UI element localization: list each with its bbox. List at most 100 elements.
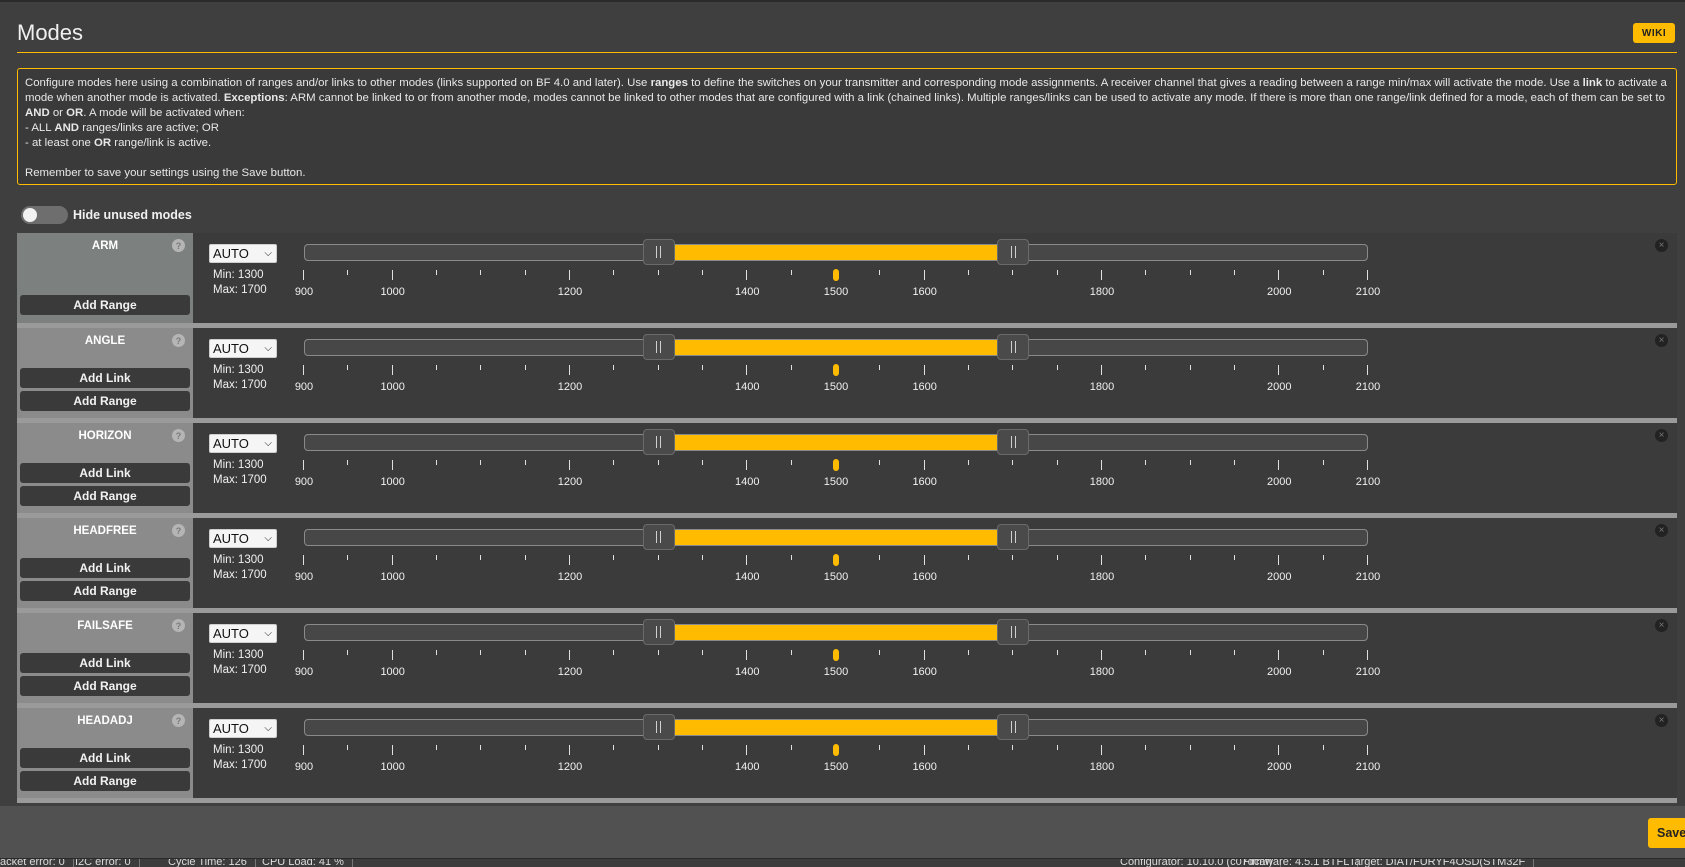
scale-tick [436,365,437,370]
chevron-down-icon: ⌵ [264,248,272,259]
scale-tick [347,270,349,275]
scale-tick [1322,745,1324,750]
chevron-down-icon: ⌵ [264,438,272,449]
add-range-button[interactable]: Add Range [20,771,190,791]
add-range-button[interactable]: Add Range [20,581,190,601]
scale-tick [1145,745,1147,750]
scale-tick [1322,555,1324,560]
scale-tick [613,365,615,370]
scale-tick [790,460,792,465]
scale-tick [968,555,969,560]
range-max-text: Max: 1700 [213,664,267,676]
scale-tick [702,650,703,655]
add-link-button[interactable]: Add Link [20,558,190,578]
range-max-handle[interactable] [997,714,1030,740]
remove-range-icon[interactable]: × [1655,619,1668,632]
range-max-handle[interactable] [997,524,1030,550]
remove-range-icon[interactable]: × [1655,714,1668,727]
status-item: Cycle Time: 126 [168,859,256,867]
scale-tick [1101,650,1102,660]
remove-range-icon[interactable]: × [1655,429,1668,442]
range-min-handle[interactable] [642,619,675,645]
wiki-button[interactable]: WIKI [1633,23,1675,43]
scale-tick [746,365,748,375]
scale-tick [347,460,349,465]
help-icon[interactable]: ? [172,714,185,727]
scale-label: 1200 [557,666,583,678]
help-icon[interactable]: ? [172,334,185,347]
add-range-button[interactable]: Add Range [20,295,190,315]
range-max-handle[interactable] [997,429,1030,455]
range-slider-fill [658,625,1014,640]
help-icon[interactable]: ? [172,239,185,252]
note-or-rule: - at least one OR range/link is active. [25,137,212,149]
channel-select[interactable]: AUTO ⌵ [209,244,277,263]
add-range-button[interactable]: Add Range [20,486,190,506]
scale-tick [569,270,570,280]
remove-range-icon[interactable]: × [1655,239,1668,252]
scale-tick [524,365,526,370]
scale-tick [1278,555,1280,565]
range-min-handle[interactable] [642,334,675,360]
help-icon[interactable]: ? [172,524,185,537]
hide-unused-toggle[interactable] [21,206,68,224]
scale-tick [436,270,437,275]
scale-tick [1056,650,1058,655]
range-max-handle[interactable] [997,619,1030,645]
scale-tick [1322,270,1324,275]
scale-tick [303,555,304,565]
scale-label: 1500 [823,286,849,298]
channel-select[interactable]: AUTO ⌵ [209,719,277,738]
range-max-handle[interactable] [997,239,1030,265]
scale-tick [702,460,703,465]
channel-select[interactable]: AUTO ⌵ [209,624,277,643]
scale-tick [480,460,482,465]
scale-tick [790,555,792,560]
scale-tick [1012,555,1014,560]
scale-tick [613,555,615,560]
remove-range-icon[interactable]: × [1655,524,1668,537]
add-range-button[interactable]: Add Range [20,676,190,696]
add-link-button[interactable]: Add Link [20,653,190,673]
scale-tick [391,270,393,280]
grip-icon [656,246,662,258]
scale-tick [657,650,659,655]
scale-tick [480,270,482,275]
scale-tick [613,650,615,655]
save-button[interactable]: Save [1648,818,1685,848]
add-link-button[interactable]: Add Link [20,368,190,388]
scale-tick [391,460,393,470]
range-min-handle[interactable] [642,524,675,550]
scale-label: 1400 [735,286,760,298]
scale-tick [879,745,881,750]
channel-select[interactable]: AUTO ⌵ [209,339,277,358]
range-min-handle[interactable] [642,714,675,740]
channel-value-marker [833,554,839,566]
scale-label: 1600 [912,761,937,773]
add-link-button[interactable]: Add Link [20,748,190,768]
mode-row-failsafe: FAILSAFE ? Add Link Add Range AUTO ⌵ Min: … [17,613,1677,708]
scale-label: 1600 [912,666,937,678]
scale-label: 2100 [1355,666,1381,678]
channel-select[interactable]: AUTO ⌵ [209,529,277,548]
range-max-handle[interactable] [997,334,1030,360]
remove-range-icon[interactable]: × [1655,334,1668,347]
scale-label: 2000 [1267,571,1292,583]
scale-tick [879,555,881,560]
range-min-handle[interactable] [642,429,675,455]
scale-label: 1800 [1089,666,1115,678]
channel-select-value: AUTO [213,626,249,641]
help-icon[interactable]: ? [172,429,185,442]
help-icon[interactable]: ? [172,619,185,632]
channel-select-value: AUTO [213,436,249,451]
scale-label: 2100 [1355,476,1381,488]
scale-label: 900 [294,571,314,583]
channel-select[interactable]: AUTO ⌵ [209,434,277,453]
add-range-button[interactable]: Add Range [20,391,190,411]
scale-tick [1189,460,1191,465]
range-min-handle[interactable] [642,239,675,265]
add-link-button[interactable]: Add Link [20,463,190,483]
scale-tick [923,650,925,660]
status-item: Target: DIAT/FURYF4OSD(STM32F [1349,859,1535,867]
grip-icon [1010,436,1016,448]
